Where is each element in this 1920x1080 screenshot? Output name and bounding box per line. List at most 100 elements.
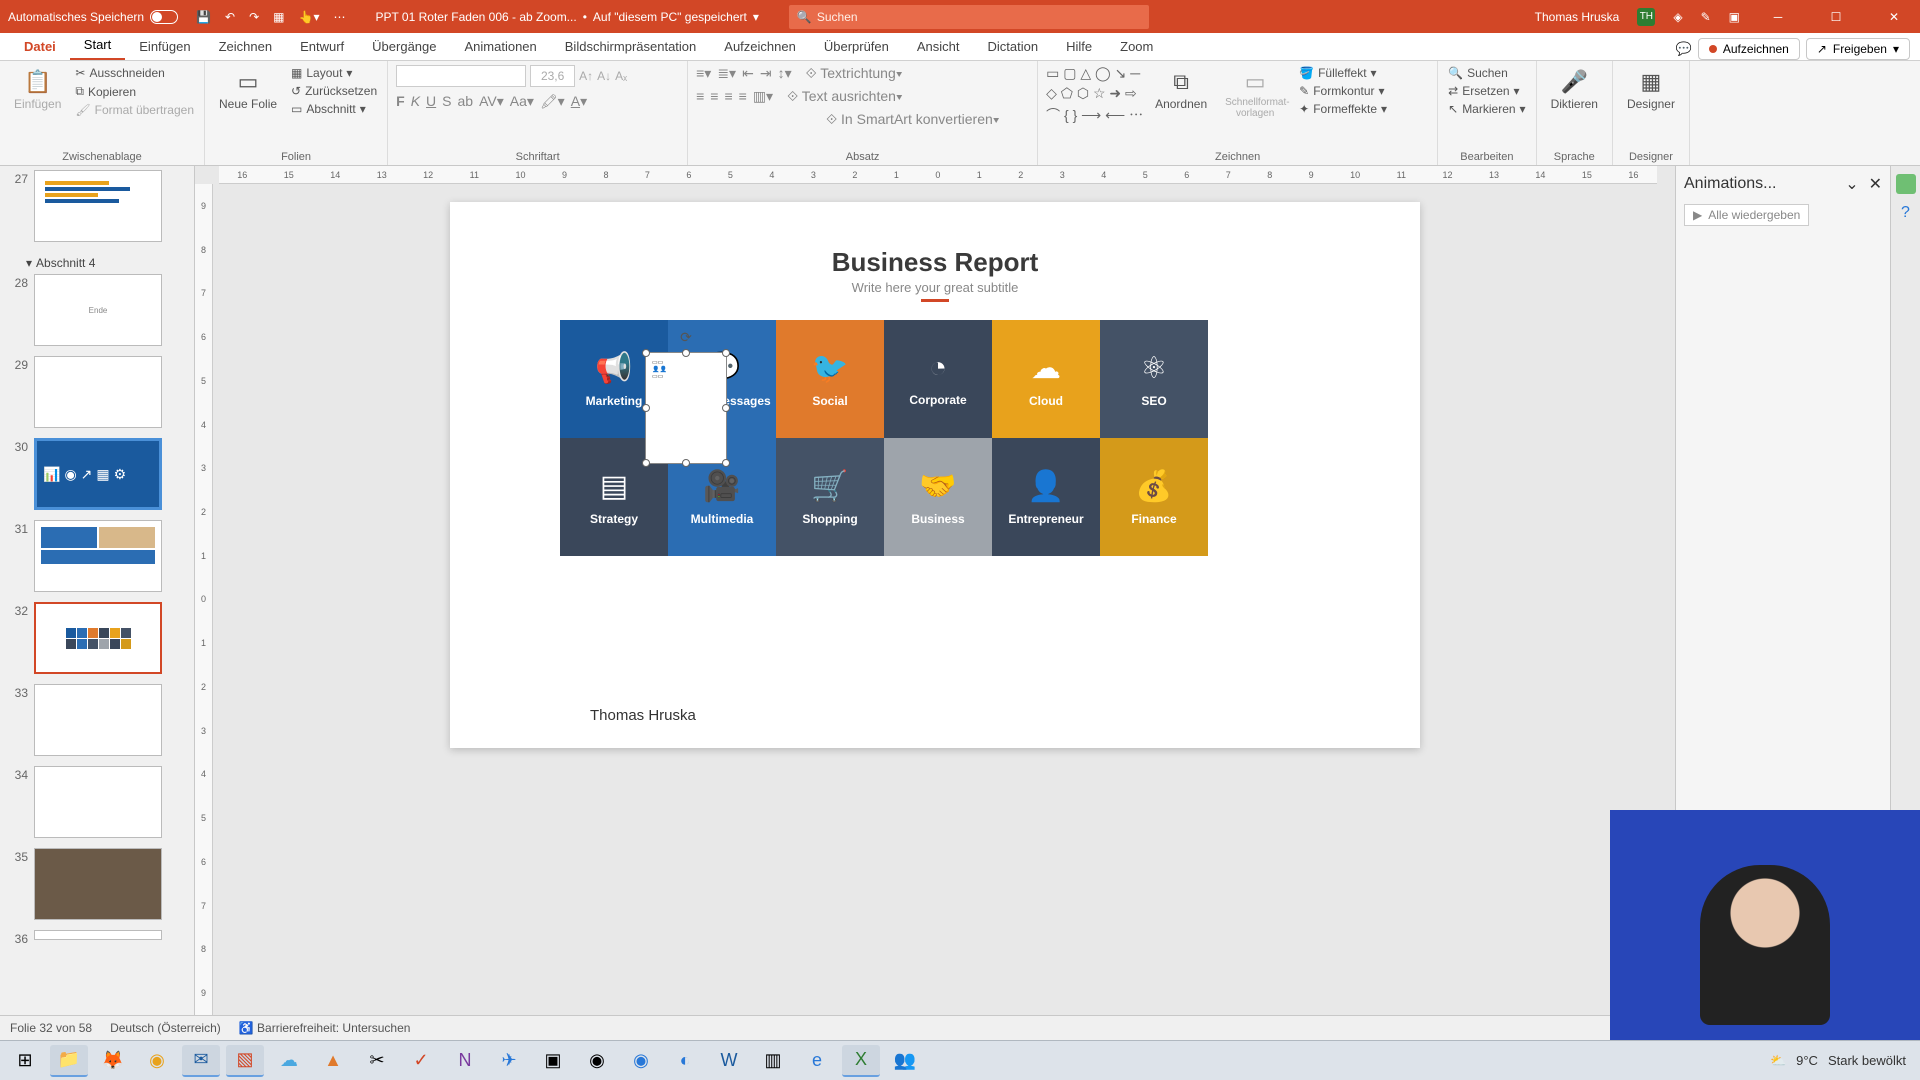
indent-button[interactable]: ⇥ [760, 65, 772, 82]
columns-button[interactable]: ▥▾ [753, 88, 773, 105]
save-icon[interactable]: 💾 [196, 10, 211, 24]
thumb-36[interactable]: 36 [8, 930, 194, 946]
thumb-31[interactable]: 31 [8, 520, 194, 592]
justify-button[interactable]: ≡ [739, 88, 747, 105]
cell-corporate[interactable]: ◔Corporate [884, 320, 992, 438]
italic-button[interactable]: K [411, 93, 420, 110]
tab-einfuegen[interactable]: Einfügen [125, 33, 204, 60]
copy-button[interactable]: ⧉Kopieren [73, 83, 196, 100]
tab-ueberpruefen[interactable]: Überprüfen [810, 33, 903, 60]
window-layout-icon[interactable]: ▣ [1729, 10, 1740, 24]
tab-ansicht[interactable]: Ansicht [903, 33, 974, 60]
app-icon-1[interactable]: ▣ [534, 1045, 572, 1077]
word-icon[interactable]: W [710, 1045, 748, 1077]
cell-cloud[interactable]: ☁Cloud [992, 320, 1100, 438]
thumb-29[interactable]: 29 [8, 356, 194, 428]
cell-finance[interactable]: 💰Finance [1100, 438, 1208, 556]
obs-icon[interactable]: ◉ [578, 1045, 616, 1077]
align-text-button[interactable]: ⟐ Text ausrichten▾ [787, 88, 903, 105]
tab-aufzeichnen[interactable]: Aufzeichnen [710, 33, 810, 60]
quickstyles-button[interactable]: ▭Schnellformat-vorlagen [1219, 65, 1291, 123]
teams-icon[interactable]: 👥 [886, 1045, 924, 1077]
tab-uebergaenge[interactable]: Übergänge [358, 33, 450, 60]
section-header[interactable]: ▾Abschnitt 4 [8, 252, 194, 274]
font-size-input[interactable]: 23,6 [530, 65, 575, 87]
format-painter-button[interactable]: 🖌Format übertragen [73, 102, 196, 118]
highlight-button[interactable]: 🖍▾ [540, 93, 565, 110]
cell-shopping[interactable]: 🛒Shopping [776, 438, 884, 556]
maximize-button[interactable]: ☐ [1816, 0, 1856, 33]
slide-title[interactable]: Business Report [450, 247, 1420, 278]
slide[interactable]: Business Report Write here your great su… [450, 202, 1420, 748]
skype-icon[interactable]: ☁ [270, 1045, 308, 1077]
slide-thumbnails[interactable]: 27 ▾Abschnitt 4 28Ende 29 30📊◉↗▦⚙ 31 32 … [0, 166, 195, 1015]
outline-button[interactable]: ✎Formkontur▾ [1297, 83, 1389, 99]
user-name[interactable]: Thomas Hruska [1535, 10, 1620, 24]
onenote-icon[interactable]: N [446, 1045, 484, 1077]
share-button[interactable]: ↗Freigeben▾ [1806, 38, 1910, 60]
slide-canvas[interactable]: 1615141312111098765432101234567891011121… [195, 166, 1675, 1015]
search-input[interactable] [789, 5, 1149, 29]
smartart-button[interactable]: ⟐ In SmartArt konvertieren▾ [826, 111, 1000, 128]
close-button[interactable]: ✕ [1874, 0, 1914, 33]
thumb-33[interactable]: 33 [8, 684, 194, 756]
numbering-button[interactable]: ≣▾ [717, 65, 736, 82]
tab-zeichnen[interactable]: Zeichnen [205, 33, 286, 60]
language-status[interactable]: Deutsch (Österreich) [110, 1021, 221, 1035]
align-center-button[interactable]: ≡ [710, 88, 718, 105]
tab-hilfe[interactable]: Hilfe [1052, 33, 1106, 60]
arrange-button[interactable]: ⧉Anordnen [1149, 65, 1213, 115]
user-badge[interactable]: TH [1637, 8, 1655, 26]
rotate-handle-icon[interactable]: ⟳ [680, 329, 692, 346]
designer-button[interactable]: ▦Designer [1621, 65, 1681, 115]
start-menu-button[interactable]: ⊞ [6, 1045, 44, 1077]
filename-area[interactable]: PPT 01 Roter Faden 006 - ab Zoom... • Au… [355, 10, 778, 24]
tab-start[interactable]: Start [70, 31, 125, 60]
file-explorer-icon[interactable]: 📁 [50, 1045, 88, 1077]
chevron-down-icon[interactable]: ⌄ [1845, 176, 1858, 193]
align-right-button[interactable]: ≡ [724, 88, 732, 105]
close-pane-icon[interactable]: ✕ [1869, 176, 1882, 193]
layout-button[interactable]: ▦Layout▾ [289, 65, 379, 81]
decrease-font-icon[interactable]: A↓ [597, 69, 611, 83]
slide-counter[interactable]: Folie 32 von 58 [10, 1021, 92, 1035]
thumb-32[interactable]: 32 [8, 602, 194, 674]
font-color-button[interactable]: A▾ [571, 93, 587, 110]
accessibility-status[interactable]: ♿ Barrierefreiheit: Untersuchen [239, 1021, 411, 1035]
touch-icon[interactable]: 👆▾ [299, 10, 320, 24]
play-all-button[interactable]: ▶Alle wiedergeben [1684, 204, 1809, 226]
outdent-button[interactable]: ⇤ [742, 65, 754, 82]
align-left-button[interactable]: ≡ [696, 88, 704, 105]
increase-font-icon[interactable]: A↑ [579, 69, 593, 83]
comments-icon[interactable]: 💬 [1676, 41, 1692, 57]
record-app-icon[interactable]: ◉ [622, 1045, 660, 1077]
clear-format-icon[interactable]: Aₓ [615, 69, 627, 83]
app-icon-2[interactable]: ◐ [666, 1045, 704, 1077]
tab-bildschirm[interactable]: Bildschirmpräsentation [551, 33, 711, 60]
designer-strip-icon[interactable] [1896, 174, 1916, 194]
drawing-mode-icon[interactable]: ✎ [1701, 10, 1711, 24]
tab-entwurf[interactable]: Entwurf [286, 33, 358, 60]
thumb-27[interactable]: 27 [8, 170, 194, 242]
case-button[interactable]: Aa▾ [510, 93, 534, 110]
vlc-icon[interactable]: ▲ [314, 1045, 352, 1077]
present-icon[interactable]: ▦ [273, 10, 284, 24]
replace-button[interactable]: ⇄Ersetzen▾ [1446, 83, 1527, 99]
firefox-icon[interactable]: 🦊 [94, 1045, 132, 1077]
strike-button[interactable]: S [442, 93, 451, 110]
outlook-icon[interactable]: ✉ [182, 1045, 220, 1077]
bold-button[interactable]: F [396, 93, 405, 110]
autosave-toggle[interactable]: Automatisches Speichern [0, 10, 186, 24]
minimize-button[interactable]: ─ [1758, 0, 1798, 33]
help-icon[interactable]: ? [1901, 204, 1910, 222]
thumb-35[interactable]: 35 [8, 848, 194, 920]
excel-icon[interactable]: X [842, 1045, 880, 1077]
edge-icon[interactable]: e [798, 1045, 836, 1077]
fill-button[interactable]: 🪣Fülleffekt▾ [1297, 65, 1389, 81]
thumb-28[interactable]: 28Ende [8, 274, 194, 346]
powerpoint-icon[interactable]: ▧ [226, 1045, 264, 1077]
reset-button[interactable]: ↺Zurücksetzen [289, 83, 379, 99]
cell-seo[interactable]: ⚛SEO [1100, 320, 1208, 438]
thumb-34[interactable]: 34 [8, 766, 194, 838]
shapes-gallery[interactable]: ▭ ▢ △ ◯ ↘ ─ ◇ ⬠ ⬡ ☆ ➜ ⇨ ⌒ { } ⟶ ⟵ ⋯ [1046, 65, 1143, 125]
